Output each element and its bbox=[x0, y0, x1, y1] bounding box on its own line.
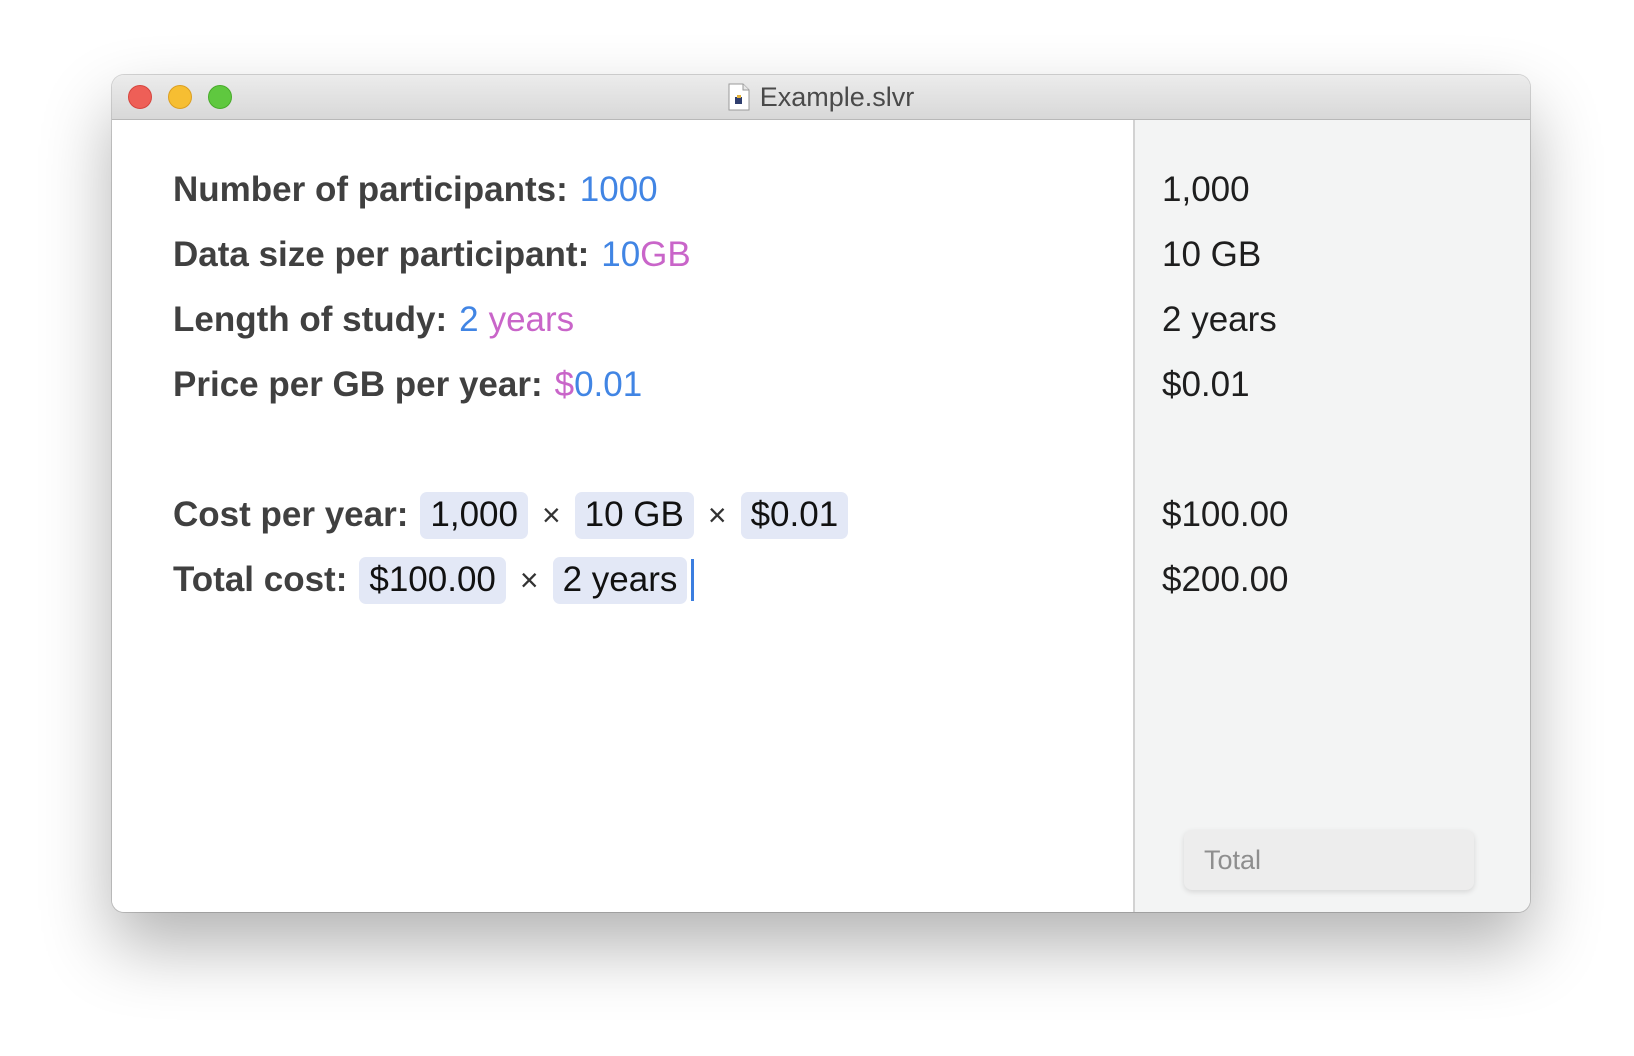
line-label: Number of participants: bbox=[173, 170, 568, 209]
unit-literal: $ bbox=[554, 365, 575, 404]
unit-literal: GB bbox=[640, 235, 691, 274]
variable-token[interactable]: $0.01 bbox=[740, 491, 849, 539]
number-literal: 0.01 bbox=[574, 365, 643, 404]
line-label: Total cost: bbox=[173, 560, 348, 599]
line-label: Data size per participant: bbox=[173, 235, 590, 274]
number-literal: 10 bbox=[601, 235, 641, 274]
editor-pane[interactable]: Number of participants: 1000 Data size p… bbox=[112, 120, 1133, 912]
variable-token[interactable]: 10 GB bbox=[574, 491, 694, 539]
multiply-operator: × bbox=[707, 496, 727, 533]
editor-line-total-cost[interactable]: Total cost: $100.00 × 2 years bbox=[173, 556, 695, 604]
variable-token[interactable]: 1,000 bbox=[420, 491, 528, 539]
number-literal: 1000 bbox=[579, 170, 658, 209]
total-field[interactable] bbox=[1184, 830, 1474, 890]
editor-line-participants[interactable]: Number of participants: 1000 bbox=[173, 166, 658, 214]
editor-line-cost-per-year[interactable]: Cost per year: 1,000 × 10 GB × $0.01 bbox=[173, 491, 849, 539]
variable-token[interactable]: 2 years bbox=[552, 556, 688, 604]
result-value: $100.00 bbox=[1162, 495, 1289, 534]
result-value: $200.00 bbox=[1162, 560, 1289, 599]
result-value: 10 GB bbox=[1162, 235, 1262, 274]
editor-line-price[interactable]: Price per GB per year: $0.01 bbox=[173, 361, 642, 409]
title-bar[interactable]: Example.slvr bbox=[112, 75, 1530, 120]
text-caret bbox=[691, 559, 695, 601]
unit-literal: years bbox=[488, 300, 575, 339]
result-value: 1,000 bbox=[1162, 170, 1250, 209]
title-group: Example.slvr bbox=[112, 75, 1530, 119]
result-value: 2 years bbox=[1162, 300, 1277, 339]
line-label: Length of study: bbox=[173, 300, 448, 339]
line-label: Price per GB per year: bbox=[173, 365, 543, 404]
multiply-operator: × bbox=[541, 496, 561, 533]
multiply-operator: × bbox=[519, 561, 539, 598]
result-value: $0.01 bbox=[1162, 365, 1250, 404]
results-pane: 1,000 10 GB 2 years $0.01 $100.00 $200.0… bbox=[1133, 120, 1530, 912]
variable-token[interactable]: $100.00 bbox=[359, 556, 506, 604]
app-window: Example.slvr Number of participants: 100… bbox=[112, 75, 1530, 912]
editor-line-data-size[interactable]: Data size per participant: 10 GB bbox=[173, 231, 691, 279]
window-title: Example.slvr bbox=[759, 81, 915, 112]
line-label: Cost per year: bbox=[173, 495, 409, 534]
editor-line-study-length[interactable]: Length of study: 2 years bbox=[173, 296, 574, 344]
number-literal: 2 bbox=[459, 300, 479, 339]
document-icon bbox=[728, 83, 750, 111]
